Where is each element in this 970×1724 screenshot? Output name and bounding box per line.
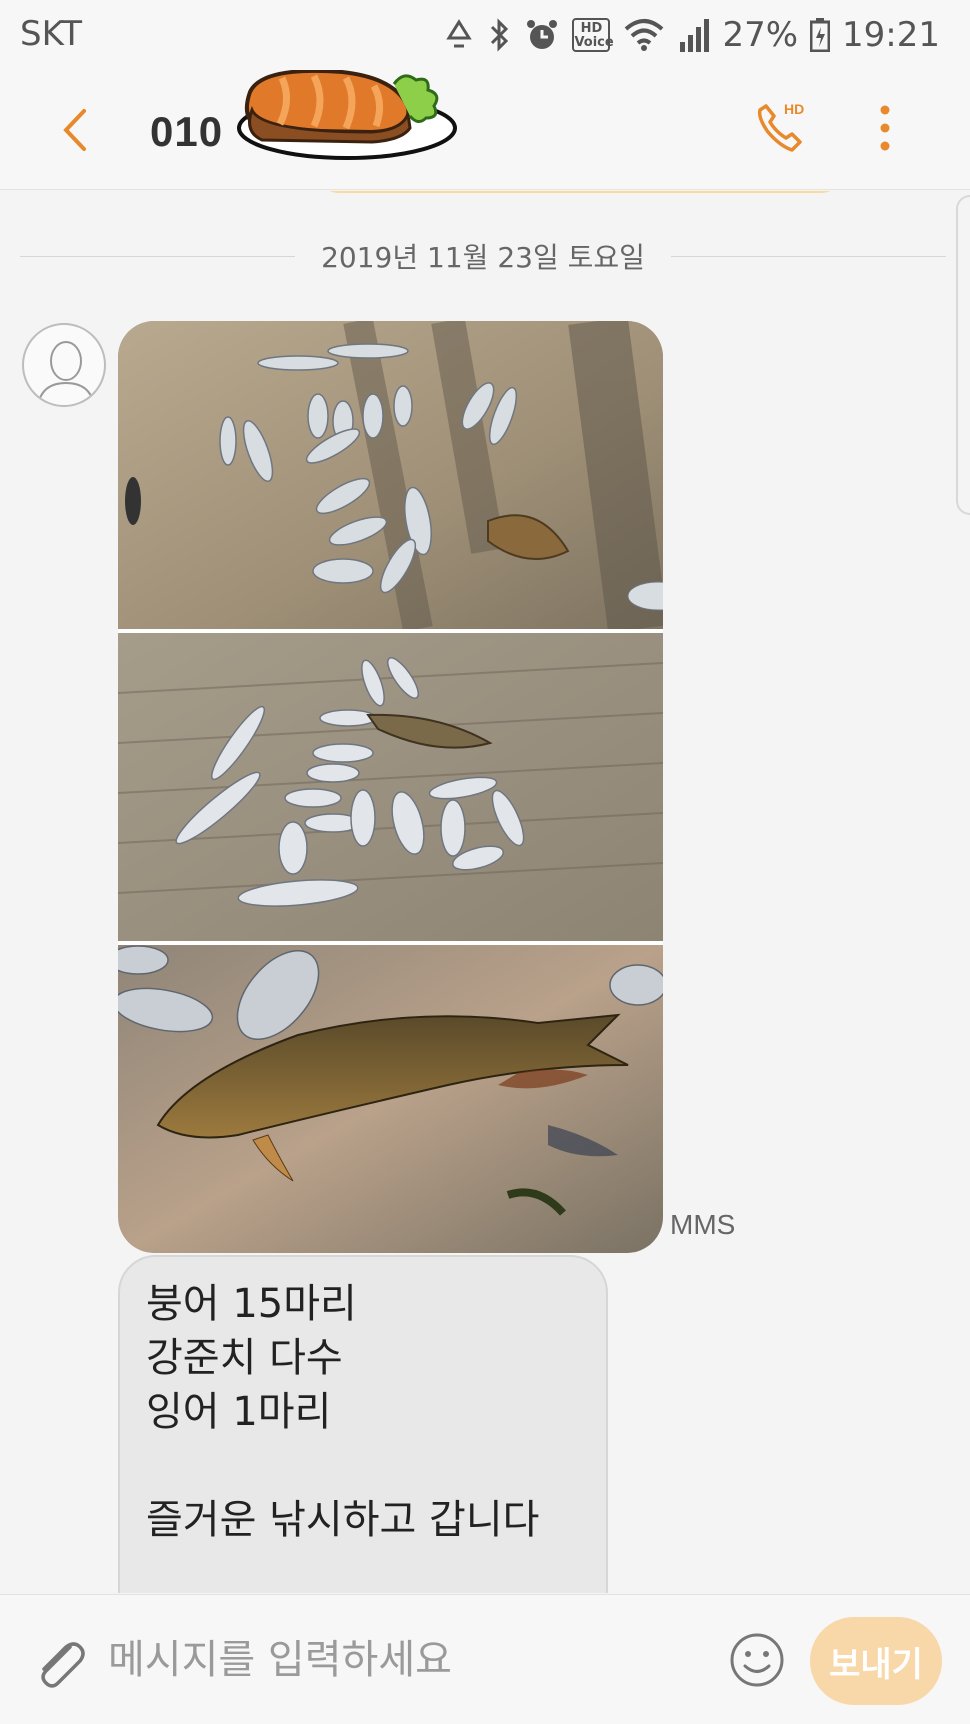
contact-name[interactable]: 010	[150, 108, 223, 156]
message-bubble[interactable]: 붕어 15마리 강준치 다수 잉어 1마리 즐거운 낚시하고 갑니다	[118, 1255, 608, 1593]
carrier-label: SKT	[20, 14, 83, 54]
battery-icon	[810, 18, 831, 52]
date-divider: 2019년 11월 23일 토요일	[20, 241, 946, 274]
emoji-button[interactable]	[728, 1631, 786, 1689]
wifi-icon	[622, 17, 666, 53]
hd-voice-icon: HD Voice	[572, 18, 614, 52]
svg-text:HD: HD	[784, 101, 804, 117]
back-button[interactable]	[50, 102, 100, 158]
status-bar: SKT HD Voice 27% 19:21	[0, 0, 970, 70]
phone-icon: HD	[757, 101, 804, 152]
signal-icon	[678, 18, 710, 52]
scroll-indicator	[956, 195, 970, 515]
alarm-icon	[524, 17, 560, 53]
contact-avatar[interactable]	[22, 323, 106, 407]
fish-photo-1[interactable]	[118, 321, 663, 629]
battery-percent: 27%	[722, 15, 799, 55]
compose-bar: 보내기	[0, 1594, 970, 1724]
recycle-icon	[442, 18, 476, 52]
message-list[interactable]: 2019년 11월 23일 토요일 MMS 붕어 15마리 강준치 다수 잉어 …	[0, 191, 970, 1593]
steak-sticker-icon	[222, 68, 472, 170]
divider-line	[20, 255, 296, 257]
attach-button[interactable]	[30, 1635, 90, 1695]
bluetooth-icon	[488, 17, 512, 53]
more-vertical-icon	[880, 105, 890, 151]
message-input[interactable]	[108, 1625, 708, 1695]
mms-image-group[interactable]	[118, 321, 663, 1253]
paperclip-icon	[41, 1642, 85, 1688]
mms-label: MMS	[670, 1209, 736, 1240]
fish-photo-3[interactable]	[118, 945, 663, 1253]
divider-line	[670, 255, 946, 257]
previous-message-bubble	[320, 191, 840, 193]
status-icons: HD Voice 27% 19:21	[442, 10, 940, 60]
fish-photo-2[interactable]	[118, 633, 663, 941]
smiley-icon	[730, 1633, 784, 1687]
conversation-header: 010 HD	[0, 68, 970, 190]
send-button[interactable]: 보내기	[810, 1617, 942, 1705]
date-label: 2019년 11월 23일 토요일	[321, 241, 645, 274]
person-icon	[37, 341, 95, 405]
more-options-button[interactable]	[870, 100, 900, 156]
clock-time: 19:21	[842, 15, 940, 55]
chevron-left-icon	[63, 109, 86, 151]
call-button[interactable]: HD	[750, 98, 810, 158]
